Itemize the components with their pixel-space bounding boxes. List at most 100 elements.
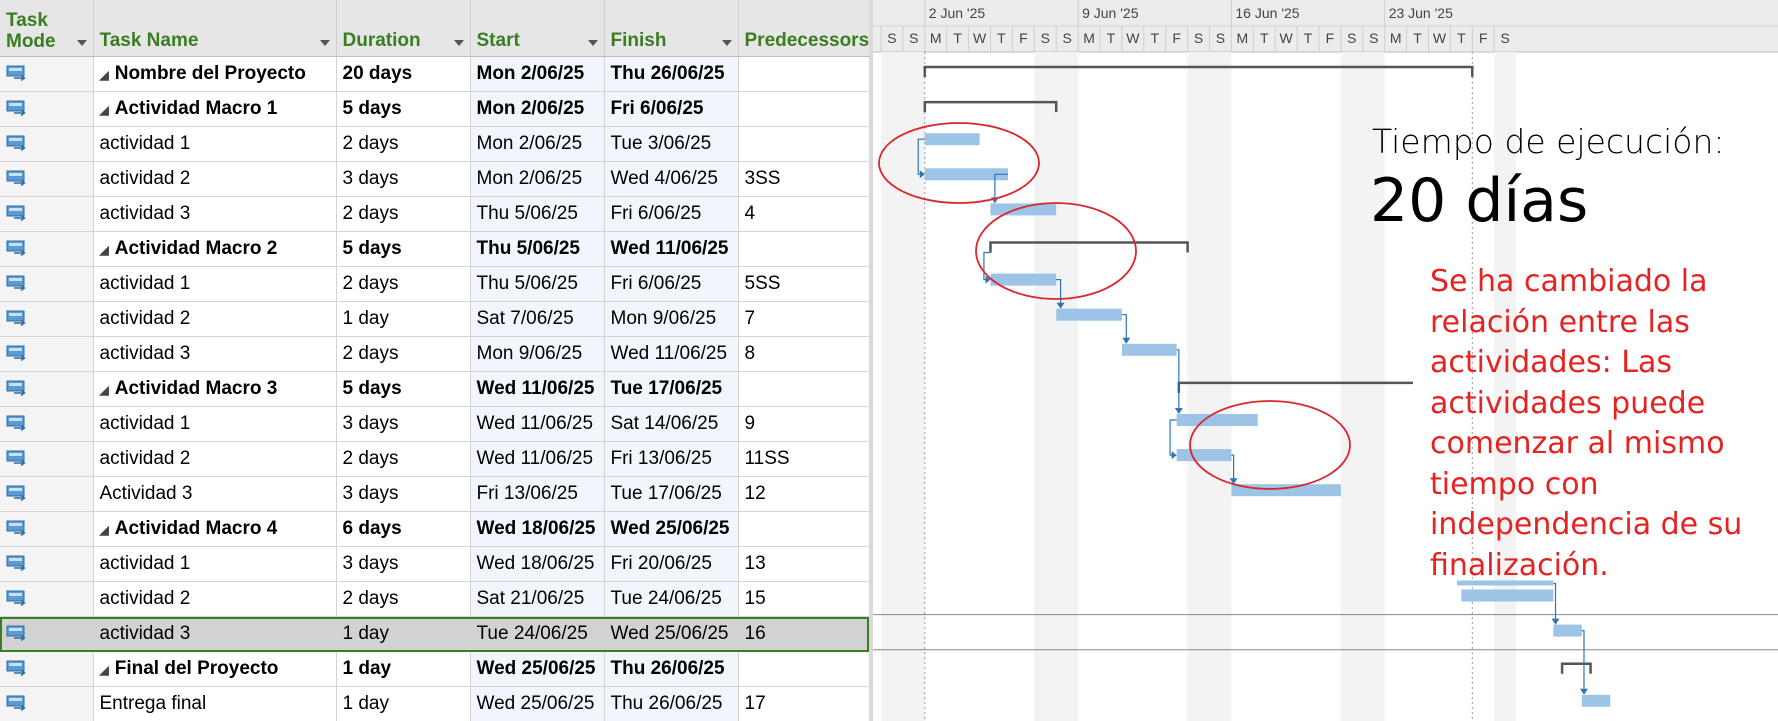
task-mode-cell[interactable] (0, 301, 94, 337)
finish-cell[interactable]: Tue 3/06/25 (604, 126, 739, 162)
start-cell[interactable]: Wed 11/06/25 (470, 371, 605, 407)
task-name-cell[interactable]: actividad 1 (93, 406, 337, 442)
finish-cell[interactable]: Thu 26/06/25 (604, 651, 739, 687)
task-name-cell[interactable]: ◢ Actividad Macro 1 (93, 91, 337, 127)
finish-cell[interactable]: Fri 13/06/25 (604, 441, 739, 477)
task-row[interactable]: actividad 2 2 days Wed 11/06/25 Fri 13/06/2… (0, 441, 869, 477)
start-cell[interactable]: Thu 5/06/25 (470, 231, 605, 267)
task-row[interactable]: actividad 2 1 day Sat 7/06/25 Mon 9/06/25 7 (0, 301, 869, 337)
predecessors-cell[interactable]: 13 (738, 546, 869, 582)
task-name-cell[interactable]: Entrega final (93, 686, 337, 721)
predecessors-cell[interactable] (738, 91, 869, 127)
duration-cell[interactable]: 3 days (336, 406, 471, 442)
task-mode-cell[interactable] (0, 581, 94, 617)
predecessors-cell[interactable]: 5SS (738, 266, 869, 302)
predecessors-cell[interactable]: 16 (738, 616, 869, 652)
task-name-cell[interactable]: actividad 1 (93, 266, 337, 302)
dropdown-arrow-icon[interactable] (319, 40, 330, 46)
duration-cell[interactable]: 2 days (336, 441, 471, 477)
duration-cell[interactable]: 5 days (336, 91, 471, 127)
task-mode-cell[interactable] (0, 336, 94, 372)
task-row[interactable]: actividad 2 3 days Mon 2/06/25 Wed 4/06/25 3… (0, 161, 869, 197)
task-name-cell[interactable]: ◢ Final del Proyecto (93, 651, 337, 687)
task-name-cell[interactable]: actividad 3 (93, 196, 337, 232)
finish-cell[interactable]: Mon 9/06/25 (604, 301, 739, 337)
task-name-cell[interactable]: actividad 1 (93, 546, 337, 582)
predecessors-cell[interactable]: 11SS (738, 441, 869, 477)
start-cell[interactable]: Thu 5/06/25 (470, 196, 605, 232)
task-mode-cell[interactable] (0, 266, 94, 302)
collapse-triangle-icon[interactable]: ◢ (100, 663, 109, 677)
predecessors-cell[interactable] (738, 231, 869, 267)
duration-cell[interactable]: 2 days (336, 336, 471, 372)
duration-cell[interactable]: 1 day (336, 686, 471, 721)
finish-cell[interactable]: Tue 24/06/25 (604, 581, 739, 617)
task-mode-cell[interactable] (0, 441, 94, 477)
task-mode-cell[interactable] (0, 406, 94, 442)
start-cell[interactable]: Mon 2/06/25 (470, 91, 605, 127)
start-cell[interactable]: Mon 2/06/25 (470, 161, 605, 197)
task-row[interactable]: actividad 1 3 days Wed 18/06/25 Fri 20/06/2… (0, 546, 869, 582)
task-name-cell[interactable]: actividad 2 (93, 161, 337, 197)
finish-cell[interactable]: Wed 11/06/25 (604, 336, 739, 372)
start-cell[interactable]: Sat 21/06/25 (470, 581, 605, 617)
finish-cell[interactable]: Thu 26/06/25 (604, 56, 739, 92)
start-cell[interactable]: Mon 9/06/25 (470, 336, 605, 372)
start-cell[interactable]: Wed 11/06/25 (470, 406, 605, 442)
column-header-task-name[interactable]: Task Name (93, 0, 337, 57)
task-mode-cell[interactable] (0, 126, 94, 162)
finish-cell[interactable]: Thu 26/06/25 (604, 686, 739, 721)
task-mode-cell[interactable] (0, 196, 94, 232)
predecessors-cell[interactable]: 15 (738, 581, 869, 617)
predecessors-cell[interactable] (738, 126, 869, 162)
task-name-cell[interactable]: ◢ Actividad Macro 3 (93, 371, 337, 407)
task-name-cell[interactable]: actividad 1 (93, 126, 337, 162)
column-header-task-mode[interactable]: Task Mode (0, 0, 94, 57)
finish-cell[interactable]: Wed 25/06/25 (604, 511, 739, 547)
task-mode-cell[interactable] (0, 651, 94, 687)
start-cell[interactable]: Wed 18/06/25 (470, 546, 605, 582)
collapse-triangle-icon[interactable]: ◢ (100, 523, 109, 537)
finish-cell[interactable]: Wed 4/06/25 (604, 161, 739, 197)
duration-cell[interactable]: 3 days (336, 546, 471, 582)
finish-cell[interactable]: Fri 6/06/25 (604, 266, 739, 302)
duration-cell[interactable]: 1 day (336, 616, 471, 652)
column-header-duration[interactable]: Duration (336, 0, 471, 57)
task-mode-cell[interactable] (0, 56, 94, 92)
task-mode-cell[interactable] (0, 686, 94, 721)
start-cell[interactable]: Mon 2/06/25 (470, 56, 605, 92)
finish-cell[interactable]: Wed 11/06/25 (604, 231, 739, 267)
task-name-cell[interactable]: actividad 2 (93, 581, 337, 617)
predecessors-cell[interactable]: 12 (738, 476, 869, 512)
task-mode-cell[interactable] (0, 511, 94, 547)
finish-cell[interactable]: Fri 6/06/25 (604, 91, 739, 127)
predecessors-cell[interactable] (738, 651, 869, 687)
start-cell[interactable]: Wed 11/06/25 (470, 441, 605, 477)
predecessors-cell[interactable] (738, 371, 869, 407)
start-cell[interactable]: Wed 25/06/25 (470, 651, 605, 687)
task-row[interactable]: actividad 3 1 day Tue 24/06/25 Wed 25/06/25… (0, 616, 869, 652)
collapse-triangle-icon[interactable]: ◢ (100, 243, 109, 257)
duration-cell[interactable]: 2 days (336, 126, 471, 162)
start-cell[interactable]: Wed 18/06/25 (470, 511, 605, 547)
dropdown-arrow-icon[interactable] (721, 40, 732, 46)
duration-cell[interactable]: 2 days (336, 196, 471, 232)
duration-cell[interactable]: 3 days (336, 476, 471, 512)
start-cell[interactable]: Tue 24/06/25 (470, 616, 605, 652)
task-row[interactable]: actividad 2 2 days Sat 21/06/25 Tue 24/06/2… (0, 581, 869, 617)
duration-cell[interactable]: 1 day (336, 301, 471, 337)
task-row[interactable]: actividad 1 2 days Mon 2/06/25 Tue 3/06/25 (0, 126, 869, 162)
column-header-start[interactable]: Start (470, 0, 605, 57)
duration-cell[interactable]: 6 days (336, 511, 471, 547)
task-mode-cell[interactable] (0, 231, 94, 267)
finish-cell[interactable]: Sat 14/06/25 (604, 406, 739, 442)
task-name-cell[interactable]: ◢ Actividad Macro 4 (93, 511, 337, 547)
task-mode-cell[interactable] (0, 371, 94, 407)
task-mode-cell[interactable] (0, 616, 94, 652)
predecessors-cell[interactable]: 3SS (738, 161, 869, 197)
task-mode-cell[interactable] (0, 476, 94, 512)
task-mode-cell[interactable] (0, 91, 94, 127)
finish-cell[interactable]: Fri 20/06/25 (604, 546, 739, 582)
task-mode-cell[interactable] (0, 546, 94, 582)
task-row[interactable]: actividad 3 2 days Thu 5/06/25 Fri 6/06/25 4 (0, 196, 869, 232)
